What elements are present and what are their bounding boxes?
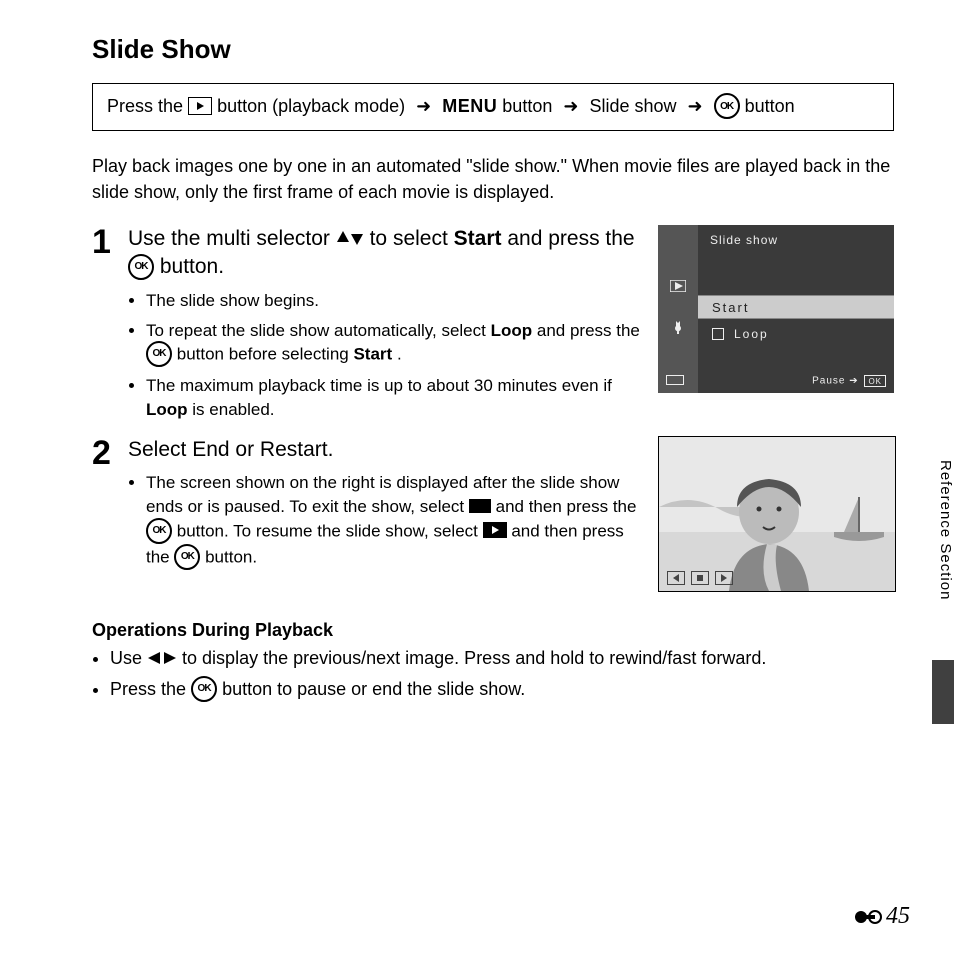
list-item: The slide show begins. (146, 289, 640, 313)
prev-icon (667, 571, 685, 585)
checkbox-icon (712, 328, 724, 340)
playback-mode-icon (670, 279, 686, 297)
play-icon (483, 522, 507, 538)
text-bold: Loop (491, 321, 533, 340)
text: Use (110, 648, 147, 668)
section-tab-marker (932, 660, 954, 724)
arrow-right-icon: ➜ (416, 96, 431, 116)
ok-button-icon: OK (146, 341, 172, 367)
text: . (397, 345, 402, 364)
step-title: Use the multi selector to select Start a… (128, 225, 640, 281)
up-down-icon (336, 226, 364, 253)
lcd-start-row: Start (698, 295, 894, 319)
text: button to pause or end the slide show. (222, 679, 525, 699)
list-item: The maximum playback time is up to about… (146, 374, 640, 422)
text: and then press the (496, 497, 637, 516)
page-number: 45 (854, 903, 910, 930)
left-right-icon (147, 646, 177, 672)
lcd-loop-row: Loop (712, 327, 769, 341)
text: and press the (537, 321, 640, 340)
text: The maximum playback time is up to about… (146, 376, 612, 395)
page-title: Slide Show (92, 34, 894, 65)
stop-icon (691, 571, 709, 585)
text: Loop (734, 327, 769, 341)
step-number: 2 (92, 436, 128, 585)
lcd-title: Slide show (710, 233, 778, 247)
lcd-footer: Pause ➔ OK (812, 375, 886, 387)
page-number-value: 45 (886, 903, 910, 930)
text-bold: Loop (146, 400, 188, 419)
list-item: Press the OK button to pause or end the … (110, 676, 894, 703)
text: button. (205, 547, 257, 566)
menu-label: MENU (442, 96, 497, 116)
text: Use the multi selector (128, 227, 336, 250)
ok-button-icon: OK (128, 254, 154, 280)
nav-text: button (playback mode) (217, 96, 410, 116)
nav-text: button (745, 96, 795, 116)
nav-text: Slide show (589, 96, 681, 116)
battery-icon (666, 375, 684, 385)
text: to select (370, 227, 454, 250)
step-title: Select End or Restart. (128, 436, 640, 463)
text: button before selecting (177, 345, 354, 364)
stop-icon (469, 499, 491, 513)
camera-lcd-image (658, 436, 896, 592)
step-number: 1 (92, 225, 128, 436)
text: To repeat the slide show automatically, … (146, 321, 491, 340)
next-icon (715, 571, 733, 585)
playback-icon (188, 97, 212, 115)
text-bold: Start (454, 227, 502, 250)
text-bold: Start (353, 345, 392, 364)
arrow-right-icon: ➜ (688, 96, 703, 116)
ok-button-icon: OK (174, 544, 200, 570)
ok-button-icon: OK (146, 518, 172, 544)
list-item: The screen shown on the right is display… (146, 471, 640, 571)
arrow-right-icon: ➜ (563, 96, 578, 116)
text: button. To resume the slide show, select (177, 521, 483, 540)
list-item: To repeat the slide show automatically, … (146, 319, 640, 369)
ok-button-icon: OK (191, 676, 217, 702)
intro-paragraph: Play back images one by one in an automa… (92, 153, 894, 205)
text: and press the (507, 227, 634, 250)
text: is enabled. (192, 400, 274, 419)
ok-button-icon: OK (714, 93, 740, 119)
nav-text: button (502, 96, 557, 116)
operations-heading: Operations During Playback (92, 620, 894, 641)
camera-lcd-menu: Slide show Start Loop Pause ➔ OK (658, 225, 894, 393)
nav-path-box: Press the button (playback mode) ➜ MENU … (92, 83, 894, 131)
text: to display the previous/next image. Pres… (182, 648, 766, 668)
text: Press the (110, 679, 191, 699)
reference-icon (854, 908, 882, 926)
nav-text: Press the (107, 96, 188, 116)
list-item: Use to display the previous/next image. … (110, 645, 894, 672)
setup-wrench-icon (670, 319, 686, 340)
text: button. (160, 255, 224, 278)
section-tab: Reference Section (937, 460, 954, 600)
